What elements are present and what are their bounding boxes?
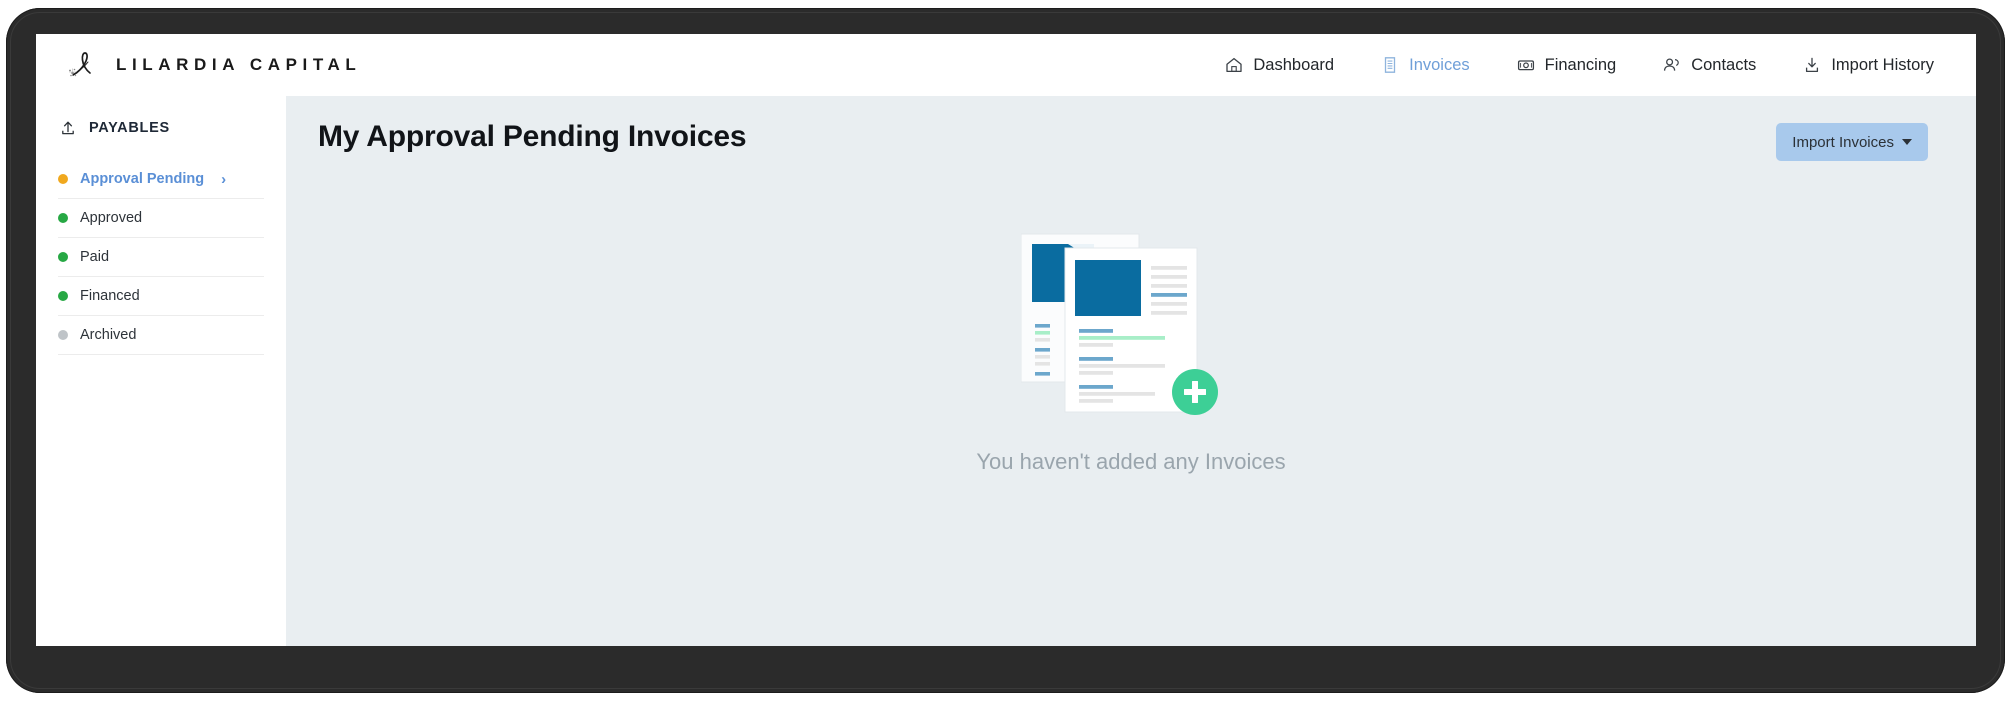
upload-icon bbox=[58, 118, 78, 138]
sidebar-item-financed[interactable]: Financed bbox=[58, 277, 264, 316]
sidebar-item-approved[interactable]: Approved bbox=[58, 199, 264, 238]
empty-state-illustration bbox=[1020, 228, 1241, 423]
page-title: My Approval Pending Invoices bbox=[318, 120, 747, 153]
nav-item-contacts-label: Contacts bbox=[1691, 55, 1757, 74]
chevron-right-icon: › bbox=[221, 170, 227, 188]
status-dot-gray bbox=[58, 330, 68, 340]
nav-item-invoices-label: Invoices bbox=[1409, 55, 1470, 74]
nav-item-contacts[interactable]: Contacts bbox=[1662, 55, 1756, 75]
status-dot-green bbox=[58, 252, 68, 262]
document-icon bbox=[1380, 55, 1400, 75]
people-icon bbox=[1662, 55, 1682, 75]
sidebar-item-archived-label: Archived bbox=[80, 327, 137, 343]
page-body: PAYABLES Approval Pending › Approved Pai… bbox=[36, 96, 1976, 646]
sidebar-item-list: Approval Pending › Approved Paid Finance… bbox=[36, 160, 286, 355]
nav-item-import-history[interactable]: Import History bbox=[1802, 55, 1934, 75]
sidebar-item-archived[interactable]: Archived bbox=[58, 316, 264, 355]
script-l-monogram-icon bbox=[64, 48, 102, 82]
payables-sidebar: PAYABLES Approval Pending › Approved Pai… bbox=[36, 96, 286, 646]
status-dot-orange bbox=[58, 174, 68, 184]
main-header: My Approval Pending Invoices Import Invo… bbox=[318, 96, 1944, 161]
empty-state-message: You haven't added any Invoices bbox=[976, 449, 1286, 474]
import-download-icon bbox=[1802, 55, 1822, 75]
banknote-icon bbox=[1516, 55, 1536, 75]
import-invoices-button[interactable]: Import Invoices bbox=[1776, 123, 1928, 161]
nav-item-financing[interactable]: Financing bbox=[1516, 55, 1617, 75]
sidebar-header: PAYABLES bbox=[36, 118, 286, 138]
nav-item-import-history-label: Import History bbox=[1831, 55, 1934, 74]
sidebar-item-paid[interactable]: Paid bbox=[58, 238, 264, 277]
main-content: My Approval Pending Invoices Import Invo… bbox=[286, 96, 1976, 646]
sidebar-header-label: PAYABLES bbox=[89, 120, 170, 136]
sidebar-item-approved-label: Approved bbox=[80, 210, 143, 226]
main-nav: Dashboard Invoices Financing Contacts Im… bbox=[1224, 55, 1946, 75]
status-dot-green bbox=[58, 291, 68, 301]
top-navigation-bar: LILARDIA CAPITAL Dashboard Invoices Fina… bbox=[36, 34, 1976, 96]
sidebar-item-approval-pending-label: Approval Pending bbox=[80, 171, 205, 187]
browser-viewport: LILARDIA CAPITAL Dashboard Invoices Fina… bbox=[36, 34, 1976, 646]
nav-item-financing-label: Financing bbox=[1544, 55, 1617, 74]
nav-item-invoices[interactable]: Invoices bbox=[1380, 55, 1470, 75]
sidebar-item-paid-label: Paid bbox=[80, 249, 110, 265]
device-bezel: LILARDIA CAPITAL Dashboard Invoices Fina… bbox=[6, 8, 2005, 693]
nav-item-dashboard[interactable]: Dashboard bbox=[1224, 55, 1334, 75]
sidebar-item-financed-label: Financed bbox=[80, 288, 140, 304]
caret-down-icon bbox=[1902, 139, 1912, 145]
empty-state: You haven't added any Invoices bbox=[286, 228, 1976, 475]
sidebar-item-approval-pending[interactable]: Approval Pending › bbox=[58, 160, 264, 199]
brand-logo[interactable]: LILARDIA CAPITAL bbox=[64, 48, 361, 82]
brand-name: LILARDIA CAPITAL bbox=[116, 55, 362, 74]
nav-item-dashboard-label: Dashboard bbox=[1253, 55, 1335, 74]
home-icon bbox=[1224, 55, 1244, 75]
import-invoices-button-label: Import Invoices bbox=[1792, 133, 1894, 151]
status-dot-green bbox=[58, 213, 68, 223]
